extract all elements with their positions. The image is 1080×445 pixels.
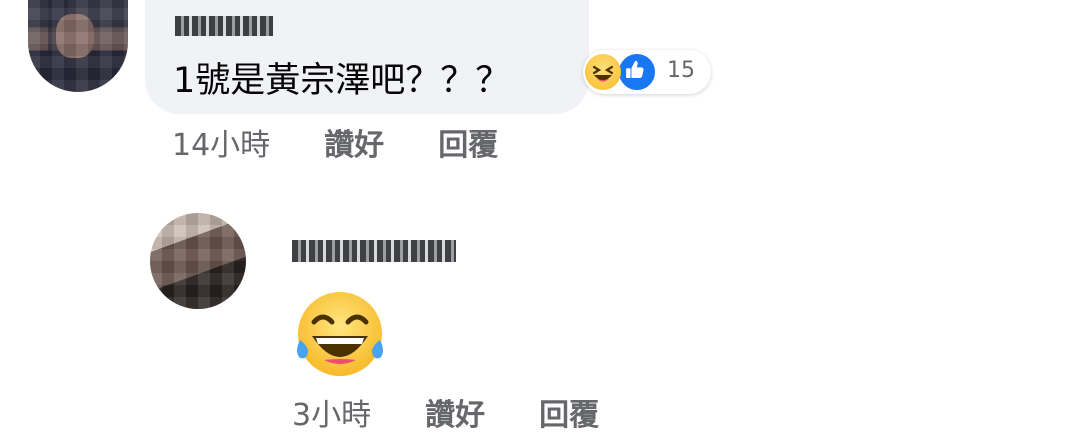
like-icon [617, 52, 657, 92]
censored-replier-name[interactable] [292, 240, 456, 262]
pixelation-overlay [28, 0, 128, 92]
pixelation-overlay [150, 213, 246, 309]
like-button[interactable]: 讚好 [425, 390, 485, 434]
reaction-count: 15 [667, 58, 695, 83]
comment-thread: 1號是黃宗澤吧？？？ 15 14小時 讚好 回覆 3小時 讚好 回覆 [0, 0, 1080, 445]
comment-meta-row: 14小時 讚好 回覆 [172, 120, 498, 164]
comment-bubble: 1號是黃宗澤吧？？？ [145, 0, 589, 114]
commenter-avatar[interactable] [28, 0, 128, 92]
comment-timestamp[interactable]: 14小時 [172, 120, 270, 164]
comment-text: 1號是黃宗澤吧？？？ [173, 61, 511, 101]
reaction-summary[interactable]: 15 [583, 50, 711, 94]
censored-commenter-name[interactable] [175, 16, 273, 36]
reply-timestamp[interactable]: 3小時 [292, 390, 371, 434]
reply-button[interactable]: 回覆 [438, 120, 498, 164]
reply-button[interactable]: 回覆 [539, 390, 599, 434]
laughing-tears-emoji [292, 288, 388, 384]
like-button[interactable]: 讚好 [324, 120, 384, 164]
reply-meta-row: 3小時 讚好 回覆 [292, 390, 599, 434]
haha-icon [585, 54, 621, 90]
replier-avatar[interactable] [150, 213, 246, 309]
